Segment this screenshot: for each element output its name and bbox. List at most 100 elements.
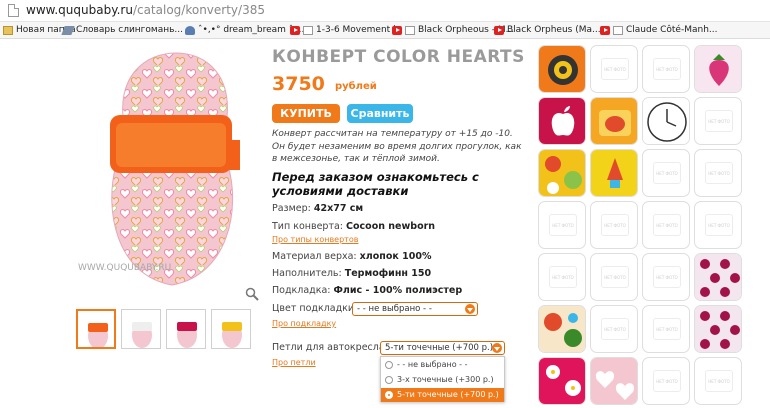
car-seat-loops-select[interactable]: 5-ти точечные (+700 р.) — [380, 341, 505, 355]
zoom-icon[interactable] — [245, 287, 259, 301]
product-title: КОНВЕРТ COLOR HEARTS — [272, 47, 525, 67]
thumbnail[interactable] — [121, 309, 161, 349]
fabric-swatch-empty[interactable]: НЕТ ФОТО — [538, 253, 586, 301]
fabric-swatch-empty[interactable]: НЕТ ФОТО — [642, 305, 690, 353]
fabric-swatch-dots[interactable] — [694, 253, 742, 301]
lining-color-label: Цвет подкладки: — [272, 303, 358, 314]
browser-page: { "address_bar": { "domain": "www.ququba… — [0, 0, 770, 408]
spec-type: Тип конверта: Cocoon newborn — [272, 221, 435, 232]
product-price: 3750 — [272, 73, 325, 95]
radio-icon — [385, 376, 393, 384]
folder-icon — [3, 25, 13, 35]
radio-icon — [385, 361, 393, 369]
fabric-swatch-empty[interactable]: НЕТ ФОТО — [694, 201, 742, 249]
thumbnail[interactable] — [166, 309, 206, 349]
fabric-swatch-empty[interactable]: НЕТ ФОТО — [642, 45, 690, 93]
fabric-swatch-gears[interactable] — [538, 45, 586, 93]
url-text[interactable]: www.ququbaby.ru/catalog/konverty/385 — [26, 3, 265, 17]
bookmark-item[interactable]: ˆ•‚•° dream_bream ˆ•... — [185, 25, 307, 35]
fabric-swatch-clock[interactable] — [642, 97, 690, 145]
fabric-swatch-dots[interactable] — [694, 305, 742, 353]
youtube-icon — [290, 25, 300, 35]
fabric-swatch-strawberry[interactable] — [694, 45, 742, 93]
lining-link[interactable]: Про подкладку — [272, 319, 336, 328]
doc-icon — [303, 25, 313, 35]
thumbnail[interactable] — [76, 309, 116, 349]
no-photo-placeholder: НЕТ ФОТО — [653, 58, 681, 80]
envelope-types-link[interactable]: Про типы конвертов — [272, 235, 358, 244]
compare-button[interactable]: Сравнить — [347, 104, 413, 123]
spec-label: Материал верха: — [272, 251, 357, 262]
bookmarks-bar: Новая папка Словарь слингомань... ˆ•‚•° … — [0, 22, 770, 39]
fabric-swatch-empty[interactable]: НЕТ ФОТО — [642, 253, 690, 301]
lining-color-select[interactable]: - - не выбрано - - — [352, 302, 478, 316]
url-domain: www.ququbaby.ru — [26, 3, 133, 17]
fabric-swatch-empty[interactable]: НЕТ ФОТО — [642, 357, 690, 405]
bookmark-item[interactable]: Black Orpheus (Ma... — [494, 25, 601, 35]
car-seat-loops-dropdown: - - не выбрано - - 3-х точечные (+300 р.… — [380, 356, 505, 402]
fabric-swatch-lemons[interactable] — [538, 149, 586, 197]
bookmark-label: Словарь слингомань... — [76, 25, 183, 35]
no-photo-placeholder: НЕТ ФОТО — [601, 318, 629, 340]
no-photo-placeholder: НЕТ ФОТО — [653, 370, 681, 392]
spec-value: хлопок 100% — [359, 251, 432, 262]
address-bar[interactable]: www.ququbaby.ru/catalog/konverty/385 — [0, 0, 770, 22]
price-currency: рублей — [335, 81, 377, 92]
url-path: /catalog/konverty/385 — [132, 3, 265, 17]
dots-icon — [695, 254, 741, 300]
no-photo-placeholder: НЕТ ФОТО — [549, 214, 577, 236]
fabric-swatch-empty[interactable]: НЕТ ФОТО — [694, 97, 742, 145]
fabric-swatch-empty[interactable]: НЕТ ФОТО — [642, 149, 690, 197]
fabric-swatch-hearts[interactable] — [590, 357, 638, 405]
chevron-down-icon — [465, 304, 475, 314]
doc-icon — [613, 25, 623, 35]
fabric-swatch-elephant[interactable] — [590, 97, 638, 145]
loops-link[interactable]: Про петли — [272, 358, 316, 367]
hearts-icon — [591, 358, 637, 404]
elephant-icon — [591, 98, 637, 144]
no-photo-placeholder: НЕТ ФОТО — [705, 162, 733, 184]
no-photo-placeholder: НЕТ ФОТО — [705, 214, 733, 236]
apple-icon — [539, 98, 585, 144]
dropdown-option-selected[interactable]: 5-ти точечные (+700 р.) — [381, 388, 504, 402]
spec-material: Материал верха: хлопок 100% — [272, 251, 431, 262]
fabric-swatch-flowers[interactable] — [538, 357, 586, 405]
buy-button[interactable]: КУПИТЬ — [272, 104, 340, 123]
gears-icon — [539, 46, 585, 92]
fabric-swatch-apple[interactable] — [538, 97, 586, 145]
fabric-swatch-empty[interactable]: НЕТ ФОТО — [590, 305, 638, 353]
spec-label: Наполнитель: — [272, 268, 342, 279]
bookmark-item[interactable]: Словарь слингомань... — [61, 25, 183, 35]
fabric-swatch-rocket[interactable] — [590, 149, 638, 197]
no-photo-placeholder: НЕТ ФОТО — [705, 110, 733, 132]
bookmark-label: Black Orpheus (Ma... — [507, 25, 601, 35]
no-photo-placeholder: НЕТ ФОТО — [653, 318, 681, 340]
fabric-swatch-empty[interactable]: НЕТ ФОТО — [642, 201, 690, 249]
fabric-swatch-birds[interactable] — [538, 305, 586, 353]
fabric-swatch-empty[interactable]: НЕТ ФОТО — [590, 45, 638, 93]
select-value: 5-ти точечные (+700 р.) — [385, 343, 494, 353]
no-photo-placeholder: НЕТ ФОТО — [653, 162, 681, 184]
fabric-swatch-empty[interactable]: НЕТ ФОТО — [694, 149, 742, 197]
fabric-swatch-empty[interactable]: НЕТ ФОТО — [590, 201, 638, 249]
youtube-icon — [494, 25, 504, 35]
thumbnail-strip — [76, 309, 251, 349]
thumbnail[interactable] — [211, 309, 251, 349]
dropdown-option[interactable]: - - не выбрано - - — [381, 358, 504, 372]
spec-size: Размер: 42х77 см — [272, 203, 363, 214]
strawberry-icon — [695, 46, 741, 92]
dropdown-option[interactable]: 3-х точечные (+300 р.) — [381, 373, 504, 387]
delivery-notice[interactable]: Перед заказом ознакомьтесь с условиями д… — [272, 170, 522, 198]
pen-icon — [61, 25, 75, 35]
bookmark-item[interactable]: Claude Côté-Manh... — [600, 25, 718, 35]
chevron-down-icon — [492, 343, 502, 353]
product-image[interactable] — [76, 45, 266, 300]
spec-value: Флис - 100% полиэстер — [333, 285, 463, 296]
no-photo-placeholder: НЕТ ФОТО — [705, 370, 733, 392]
no-photo-placeholder: НЕТ ФОТО — [601, 58, 629, 80]
rocket-icon — [591, 150, 637, 196]
doc-icon — [405, 25, 415, 35]
fabric-swatch-empty[interactable]: НЕТ ФОТО — [590, 253, 638, 301]
fabric-swatch-empty[interactable]: НЕТ ФОТО — [694, 357, 742, 405]
fabric-swatch-empty[interactable]: НЕТ ФОТО — [538, 201, 586, 249]
